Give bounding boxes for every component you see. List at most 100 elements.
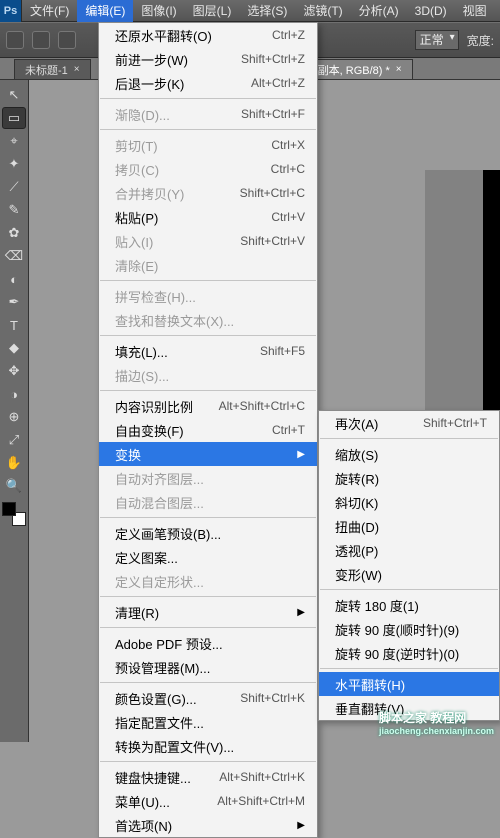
menu-item: 剪切(T)Ctrl+X — [99, 133, 317, 157]
menu-item-label: 剪切(T) — [115, 136, 247, 155]
menu-item[interactable]: 填充(L)... Shift+F5 — [99, 339, 317, 363]
menu-item[interactable]: 自由变换(F) Ctrl+T — [99, 418, 317, 442]
tool-button[interactable]: ◐ — [2, 268, 26, 290]
tool-button[interactable]: ⊕ — [2, 406, 26, 428]
menu-1[interactable]: 编辑(E) — [77, 0, 133, 22]
menu-item[interactable]: 定义画笔预设(B)... — [99, 521, 317, 545]
tool-button[interactable]: ◆ — [2, 337, 26, 359]
color-swatch[interactable] — [2, 502, 26, 526]
menu-item-label: 前进一步(W) — [115, 50, 217, 69]
menu-bar: Ps 文件(F)编辑(E)图像(I)图层(L)选择(S)滤镜(T)分析(A)3D… — [0, 0, 500, 22]
menu-8[interactable]: 视图 — [455, 0, 495, 22]
menu-item: 拷贝(C)Ctrl+C — [99, 157, 317, 181]
menu-item[interactable]: 定义图案... — [99, 545, 317, 569]
menu-item[interactable]: 首选项(N)▶ — [99, 813, 317, 837]
menu-item[interactable]: 内容识别比例Alt+Shift+Ctrl+C — [99, 394, 317, 418]
menu-item-label: 扭曲(D) — [335, 517, 487, 536]
menu-shortcut: Shift+F5 — [260, 344, 305, 358]
tool-button[interactable]: ⌖ — [2, 130, 26, 152]
tool-preset-icon[interactable] — [6, 31, 24, 49]
tool-button[interactable]: ✦ — [2, 153, 26, 175]
menu-2[interactable]: 图像(I) — [133, 0, 184, 22]
menu-item: 合并拷贝(Y)Shift+Ctrl+C — [99, 181, 317, 205]
menu-shortcut: Shift+Ctrl+F — [241, 107, 305, 121]
menu-item-label: 再次(A) — [335, 414, 399, 433]
menu-item-label: 变形(W) — [335, 565, 487, 584]
submenu-arrow-icon: ▶ — [297, 820, 305, 831]
menu-item[interactable]: 后退一步(K) Alt+Ctrl+Z — [99, 71, 317, 95]
menu-item-label: 旋转(R) — [335, 469, 487, 488]
menu-separator — [320, 668, 498, 669]
menu-item[interactable]: 变换▶ — [99, 442, 317, 466]
menu-0[interactable]: 文件(F) — [22, 0, 77, 22]
tool-button[interactable]: 🔍 — [2, 475, 26, 497]
menu-5[interactable]: 滤镜(T) — [295, 0, 350, 22]
menu-7[interactable]: 3D(D) — [407, 0, 455, 22]
menu-item[interactable]: 旋转 90 度(顺时针)(9) — [319, 617, 499, 641]
marquee-add-icon[interactable] — [58, 31, 76, 49]
menu-item[interactable]: 旋转 90 度(逆时针)(0) — [319, 641, 499, 665]
menu-shortcut: Alt+Ctrl+Z — [251, 76, 305, 90]
tool-button[interactable]: ▭ — [2, 107, 26, 129]
menu-item-label: 清理(R) — [115, 603, 277, 622]
menu-item[interactable]: 缩放(S) — [319, 442, 499, 466]
menu-item-label: 变换 — [115, 445, 277, 464]
menu-4[interactable]: 选择(S) — [239, 0, 295, 22]
menu-item[interactable]: 还原水平翻转(O)Ctrl+Z — [99, 23, 317, 47]
menu-item[interactable]: 颜色设置(G)...Shift+Ctrl+K — [99, 686, 317, 710]
menu-3[interactable]: 图层(L) — [185, 0, 240, 22]
tool-button[interactable]: ✋ — [2, 452, 26, 474]
menu-shortcut: Shift+Ctrl+Z — [241, 52, 305, 66]
menu-item[interactable]: Adobe PDF 预设... — [99, 631, 317, 655]
menu-item[interactable]: 粘贴(P)Ctrl+V — [99, 205, 317, 229]
menu-shortcut: Ctrl+C — [271, 162, 305, 176]
menu-item[interactable]: 清理(R)▶ — [99, 600, 317, 624]
menu-separator — [100, 682, 316, 683]
menu-separator — [100, 761, 316, 762]
tool-button[interactable]: ◑ — [2, 383, 26, 405]
tool-button[interactable]: T — [2, 314, 26, 336]
menu-item[interactable]: 变形(W) — [319, 562, 499, 586]
menu-shortcut: Ctrl+T — [272, 423, 305, 437]
menu-item-label: 自由变换(F) — [115, 421, 248, 440]
tool-button[interactable]: ⟋ — [2, 176, 26, 198]
menu-item[interactable]: 前进一步(W) Shift+Ctrl+Z — [99, 47, 317, 71]
watermark-line1: 脚本之家 教程网 — [379, 711, 466, 725]
tool-button[interactable]: ↖ — [2, 84, 26, 106]
close-tab-icon[interactable]: × — [396, 64, 402, 75]
menu-item[interactable]: 旋转 180 度(1) — [319, 593, 499, 617]
menu-item-label: 填充(L)... — [115, 342, 236, 361]
menu-item-label: 后退一步(K) — [115, 74, 227, 93]
marquee-style-icon[interactable] — [32, 31, 50, 49]
tool-button[interactable]: ⌫ — [2, 245, 26, 267]
menu-item[interactable]: 水平翻转(H) — [319, 672, 499, 696]
tool-button[interactable]: ⤢ — [2, 429, 26, 451]
menu-item[interactable]: 预设管理器(M)... — [99, 655, 317, 679]
menu-item: 定义自定形状... — [99, 569, 317, 593]
menu-shortcut: Alt+Shift+Ctrl+C — [219, 399, 305, 413]
document-tab[interactable]: 未标题-1× — [14, 59, 91, 79]
menu-item[interactable]: 菜单(U)...Alt+Shift+Ctrl+M — [99, 789, 317, 813]
menu-shortcut: Ctrl+Z — [272, 28, 305, 42]
menu-item[interactable]: 扭曲(D) — [319, 514, 499, 538]
tools-panel: ↖▭⌖✦⟋✎✿⌫◐✒T◆✥◑⊕⤢✋🔍 — [0, 80, 29, 742]
menu-shortcut: Shift+Ctrl+C — [240, 186, 305, 200]
tool-button[interactable]: ✒ — [2, 291, 26, 313]
app-logo-icon: Ps — [0, 0, 22, 22]
close-tab-icon[interactable]: × — [74, 64, 80, 75]
menu-item[interactable]: 旋转(R) — [319, 466, 499, 490]
tool-button[interactable]: ✎ — [2, 199, 26, 221]
menu-item[interactable]: 斜切(K) — [319, 490, 499, 514]
menu-6[interactable]: 分析(A) — [351, 0, 407, 22]
menu-item[interactable]: 透视(P) — [319, 538, 499, 562]
menu-item[interactable]: 再次(A)Shift+Ctrl+T — [319, 411, 499, 435]
menu-item[interactable]: 指定配置文件... — [99, 710, 317, 734]
tool-button[interactable]: ✿ — [2, 222, 26, 244]
menu-item[interactable]: 转换为配置文件(V)... — [99, 734, 317, 758]
tool-button[interactable]: ✥ — [2, 360, 26, 382]
menu-item: 渐隐(D)...Shift+Ctrl+F — [99, 102, 317, 126]
menu-item[interactable]: 键盘快捷键...Alt+Shift+Ctrl+K — [99, 765, 317, 789]
blend-mode-select[interactable]: 正常 — [415, 30, 459, 50]
menu-item-label: 定义画笔预设(B)... — [115, 524, 305, 543]
menu-separator — [100, 98, 316, 99]
